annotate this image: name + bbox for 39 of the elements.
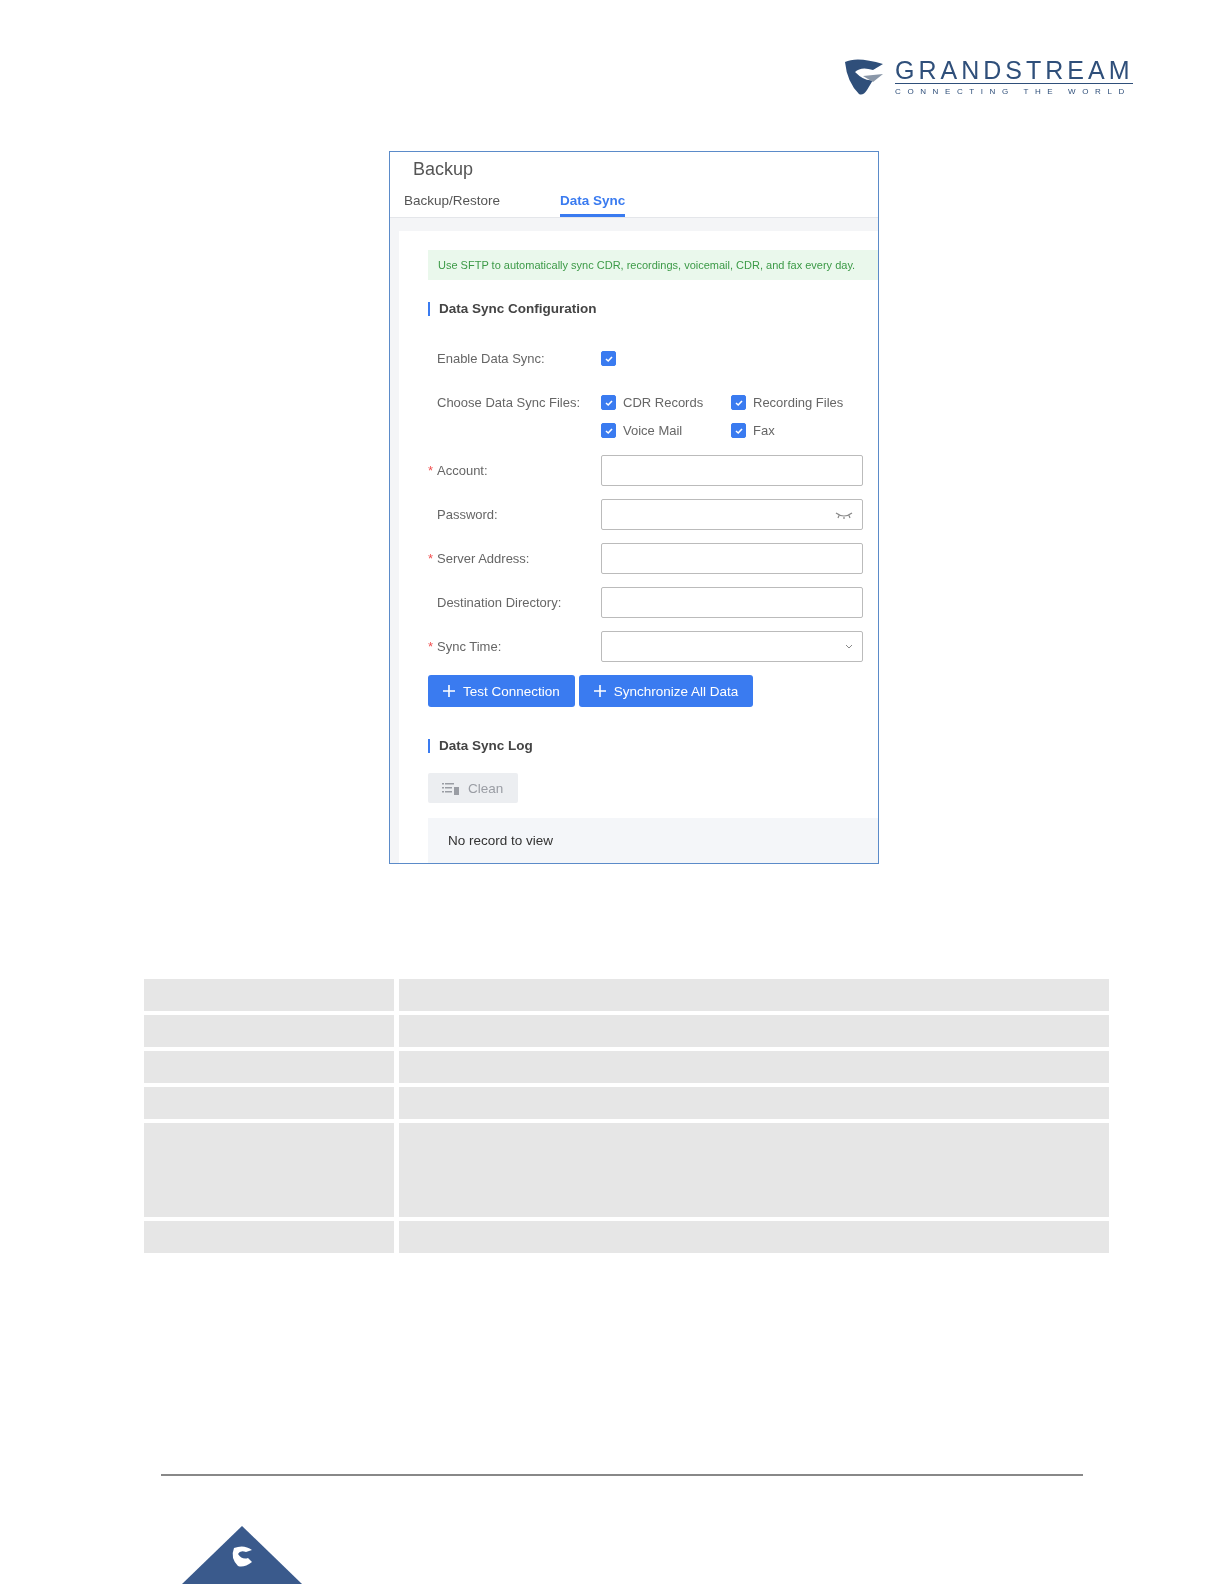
required-asterisk: * <box>428 463 434 478</box>
required-asterisk: * <box>428 551 434 566</box>
plus-icon <box>443 685 455 697</box>
required-asterisk: * <box>428 639 434 654</box>
checkbox[interactable] <box>601 351 616 366</box>
list-delete-icon <box>442 781 460 795</box>
field-label: Server Address: <box>437 551 530 566</box>
dropdown-field[interactable] <box>601 631 863 662</box>
info-banner: Use SFTP to automatically sync CDR, recordings, voicemail, CDR, and fax every day. <box>428 250 878 280</box>
checkbox[interactable] <box>731 395 746 410</box>
password-field[interactable] <box>601 499 863 530</box>
tab[interactable]: Backup/Restore <box>404 193 501 217</box>
checkbox-label: Voice Mail <box>623 423 683 438</box>
checkbox-label: Fax <box>753 423 775 438</box>
checkbox[interactable] <box>601 423 616 438</box>
section-heading: Data Sync Log <box>428 739 878 753</box>
section-heading: Data Sync Configuration <box>428 302 878 316</box>
action-button[interactable]: Synchronize All Data <box>578 675 754 707</box>
input-field[interactable] <box>601 587 863 618</box>
checkbox[interactable] <box>601 395 616 410</box>
empty-message: No record to view <box>448 833 554 848</box>
field-label: Password: <box>437 507 498 522</box>
input-field[interactable] <box>601 543 863 574</box>
logo-wordmark: GRANDSTREAM <box>895 56 1134 84</box>
checkbox[interactable] <box>731 423 746 438</box>
logo-tagline: CONNECTING THE WORLD <box>895 86 1132 96</box>
plus-icon <box>593 685 606 697</box>
window-title: Backup <box>412 158 475 181</box>
field-label: Choose Data Sync Files: <box>436 395 582 410</box>
field-label: Sync Time: <box>437 639 502 654</box>
input-field[interactable] <box>601 455 863 486</box>
field-label: Enable Data Sync: <box>436 351 546 366</box>
closed-eye-icon[interactable] <box>835 510 853 519</box>
chevron-down-icon <box>845 644 853 649</box>
checkbox-label: Recording Files <box>753 395 844 410</box>
checkbox-label: CDR Records <box>623 395 704 410</box>
field-label: Account: <box>437 463 488 478</box>
field-label: Destination Directory: <box>437 595 562 610</box>
action-button[interactable]: Test Connection <box>428 675 575 707</box>
